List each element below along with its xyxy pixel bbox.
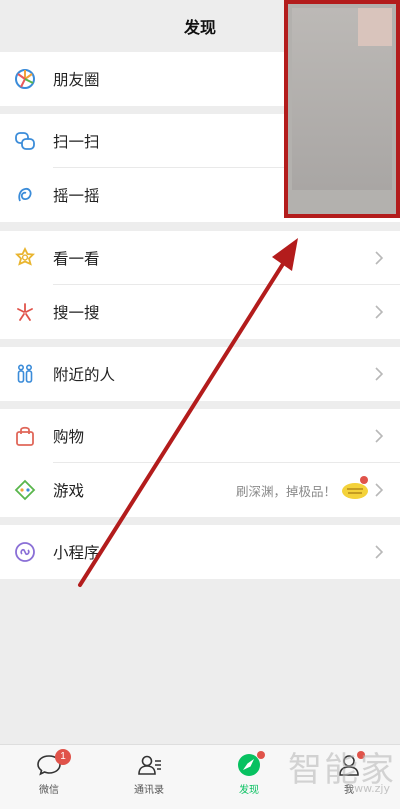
chevron-right-icon: [375, 251, 384, 265]
games-icon: [14, 479, 36, 501]
highlighted-overlay-panel: [284, 0, 400, 218]
menu-group-shopping-games: 购物 游戏 刷深渊，掉极品！: [0, 409, 400, 517]
notification-dot: [360, 476, 368, 484]
chevron-right-icon: [375, 545, 384, 559]
notification-dot: [257, 751, 265, 759]
menu-group-stories-search: 看一看 搜一搜: [0, 231, 400, 339]
shopping-bag-icon: [16, 426, 34, 446]
menu-group-mini-programs: 小程序: [0, 525, 400, 579]
moments-icon: [15, 69, 35, 89]
mini-programs-icon: [15, 542, 35, 562]
unread-badge: 1: [55, 749, 71, 765]
chevron-right-icon: [375, 429, 384, 443]
menu-item-label: 朋友圈: [53, 72, 100, 89]
menu-item-label: 附近的人: [53, 367, 116, 384]
page-title: 发现: [183, 20, 216, 37]
contacts-icon: [138, 755, 161, 775]
top-stories-icon: [15, 247, 35, 266]
chevron-right-icon: [375, 305, 384, 319]
tab-label: 通讯录: [134, 785, 164, 796]
chevron-right-icon: [375, 483, 384, 497]
menu-item-mini-programs[interactable]: 小程序: [0, 525, 400, 579]
menu-item-label: 游戏: [53, 483, 85, 500]
games-promo-text: 刷深渊，掉极品！: [235, 484, 336, 499]
menu-item-games[interactable]: 游戏 刷深渊，掉极品！: [0, 463, 400, 517]
chevron-right-icon: [375, 367, 384, 381]
scan-icon: [15, 132, 35, 150]
search-icon: [17, 303, 33, 321]
menu-item-search[interactable]: 搜一搜: [0, 285, 400, 339]
menu-item-label: 摇一摇: [53, 188, 100, 205]
tab-chats[interactable]: 微信 1: [19, 749, 79, 807]
menu-item-label: 购物: [53, 429, 85, 446]
menu-item-label: 小程序: [53, 545, 100, 562]
menu-item-label: 看一看: [53, 251, 100, 268]
people-nearby-icon: [17, 364, 33, 383]
shake-icon: [18, 187, 32, 202]
tab-contacts[interactable]: 通讯录: [119, 751, 179, 807]
menu-item-shopping[interactable]: 购物: [0, 409, 400, 463]
overlay-thumbnail: [358, 8, 392, 46]
watermark-url: www.zjy: [345, 782, 390, 795]
tab-discover[interactable]: 发现: [219, 751, 279, 807]
menu-item-people-nearby[interactable]: 附近的人: [0, 347, 400, 401]
menu-item-top-stories[interactable]: 看一看: [0, 231, 400, 285]
menu-group-people-nearby: 附近的人: [0, 347, 400, 401]
menu-item-label: 扫一扫: [53, 134, 100, 151]
menu-item-label: 搜一搜: [53, 305, 100, 322]
tab-label: 发现: [239, 785, 259, 796]
tab-label: 微信: [39, 785, 59, 796]
